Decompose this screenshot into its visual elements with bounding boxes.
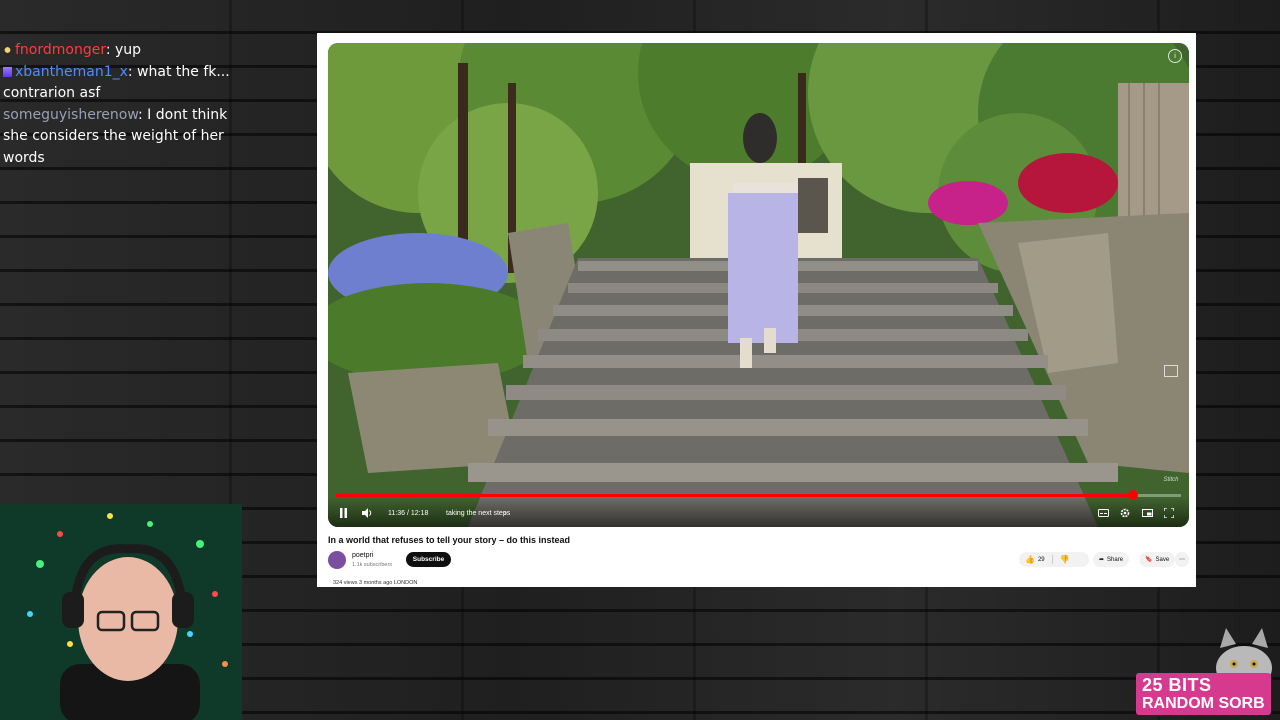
save-label: Save (1155, 556, 1170, 563)
bookmark-icon: 🔖 (1145, 557, 1153, 563)
bits-amount: 25 BITS (1142, 675, 1212, 695)
player-controls: 11:36 / 12:18 taking the next steps › (328, 490, 1189, 527)
chapter-chevron-icon: › (504, 510, 507, 517)
chat-username: someguyisherenow (3, 106, 139, 123)
chapter-title[interactable]: taking the next steps (446, 510, 510, 517)
video-frame (328, 43, 1189, 527)
pause-icon (339, 508, 347, 518)
more-horizontal-icon: ⋯ (1179, 557, 1185, 563)
volume-button[interactable] (360, 506, 374, 520)
subtitles-button[interactable] (1096, 506, 1110, 520)
dislike-button[interactable]: 👎 (1060, 555, 1070, 564)
settings-button[interactable] (1118, 506, 1132, 520)
like-button[interactable]: 👍 29 (1025, 555, 1045, 564)
thumbs-down-icon: 👎 (1059, 555, 1070, 564)
fullscreen-button[interactable] (1162, 506, 1176, 520)
divider (1051, 555, 1053, 564)
like-dislike-group: 👍 29 👎 (1019, 552, 1089, 567)
chat-badge-icon (3, 66, 12, 77)
like-count: 29 (1037, 556, 1045, 563)
miniplayer-button[interactable] (1140, 506, 1154, 520)
progress-bar[interactable] (336, 490, 1181, 500)
info-icon: i (1174, 52, 1176, 60)
time-display: 11:36 / 12:18 (388, 510, 429, 517)
channel-avatar[interactable] (328, 551, 346, 569)
subscriber-count: 1.1k subscribers (352, 562, 393, 568)
info-button[interactable]: i (1168, 49, 1182, 63)
chat-text: : yup (105, 42, 142, 58)
pause-button[interactable] (336, 506, 350, 520)
miniplayer-icon (1141, 509, 1153, 517)
chat-message: someguyisherenow: I dont think she consi… (3, 105, 233, 170)
video-meta[interactable]: 324 views 3 months ago LONDON (333, 580, 417, 586)
share-label: Share (1107, 556, 1124, 563)
more-actions-button[interactable]: ⋯ (1175, 552, 1189, 567)
subscribe-button[interactable]: Subscribe (406, 552, 451, 567)
video-player[interactable]: 11:36 / 12:18 taking the next steps › i … (328, 43, 1189, 527)
share-button[interactable]: ➦ Share (1093, 552, 1130, 567)
channel-watermark[interactable]: Stitch (1161, 473, 1181, 487)
chat-username: xbantheman1_x (15, 63, 128, 80)
chat-username: fnordmonger (15, 42, 106, 58)
chat-badge-icon (3, 45, 12, 55)
bits-reward: RANDOM SORB (1142, 695, 1265, 712)
chat-message: xbantheman1_x: what the fk... contrarion… (3, 62, 233, 105)
volume-icon (361, 508, 371, 518)
save-button[interactable]: 🔖 Save (1139, 552, 1176, 567)
subtitles-icon (1097, 509, 1109, 517)
card-teaser-icon[interactable] (1164, 365, 1178, 377)
stream-chat: fnordmonger: yup xbantheman1_x: what the… (3, 40, 233, 169)
youtube-watch-panel: 11:36 / 12:18 taking the next steps › i … (317, 33, 1196, 587)
share-icon: ➦ (1099, 557, 1105, 563)
video-title: In a world that refuses to tell your sto… (328, 535, 571, 545)
channel-name[interactable]: poetpri (352, 552, 373, 559)
progress-played (336, 494, 1133, 497)
chat-message: fnordmonger: yup (3, 40, 233, 62)
webcam-image (0, 504, 242, 720)
progress-scrubber[interactable] (1127, 490, 1138, 500)
webcam-feed (0, 504, 242, 720)
gear-icon (1120, 508, 1130, 518)
bits-alert: 25 BITS RANDOM SORB (1136, 673, 1271, 715)
fullscreen-icon (1164, 508, 1174, 518)
thumbs-up-icon: 👍 (1025, 555, 1035, 564)
